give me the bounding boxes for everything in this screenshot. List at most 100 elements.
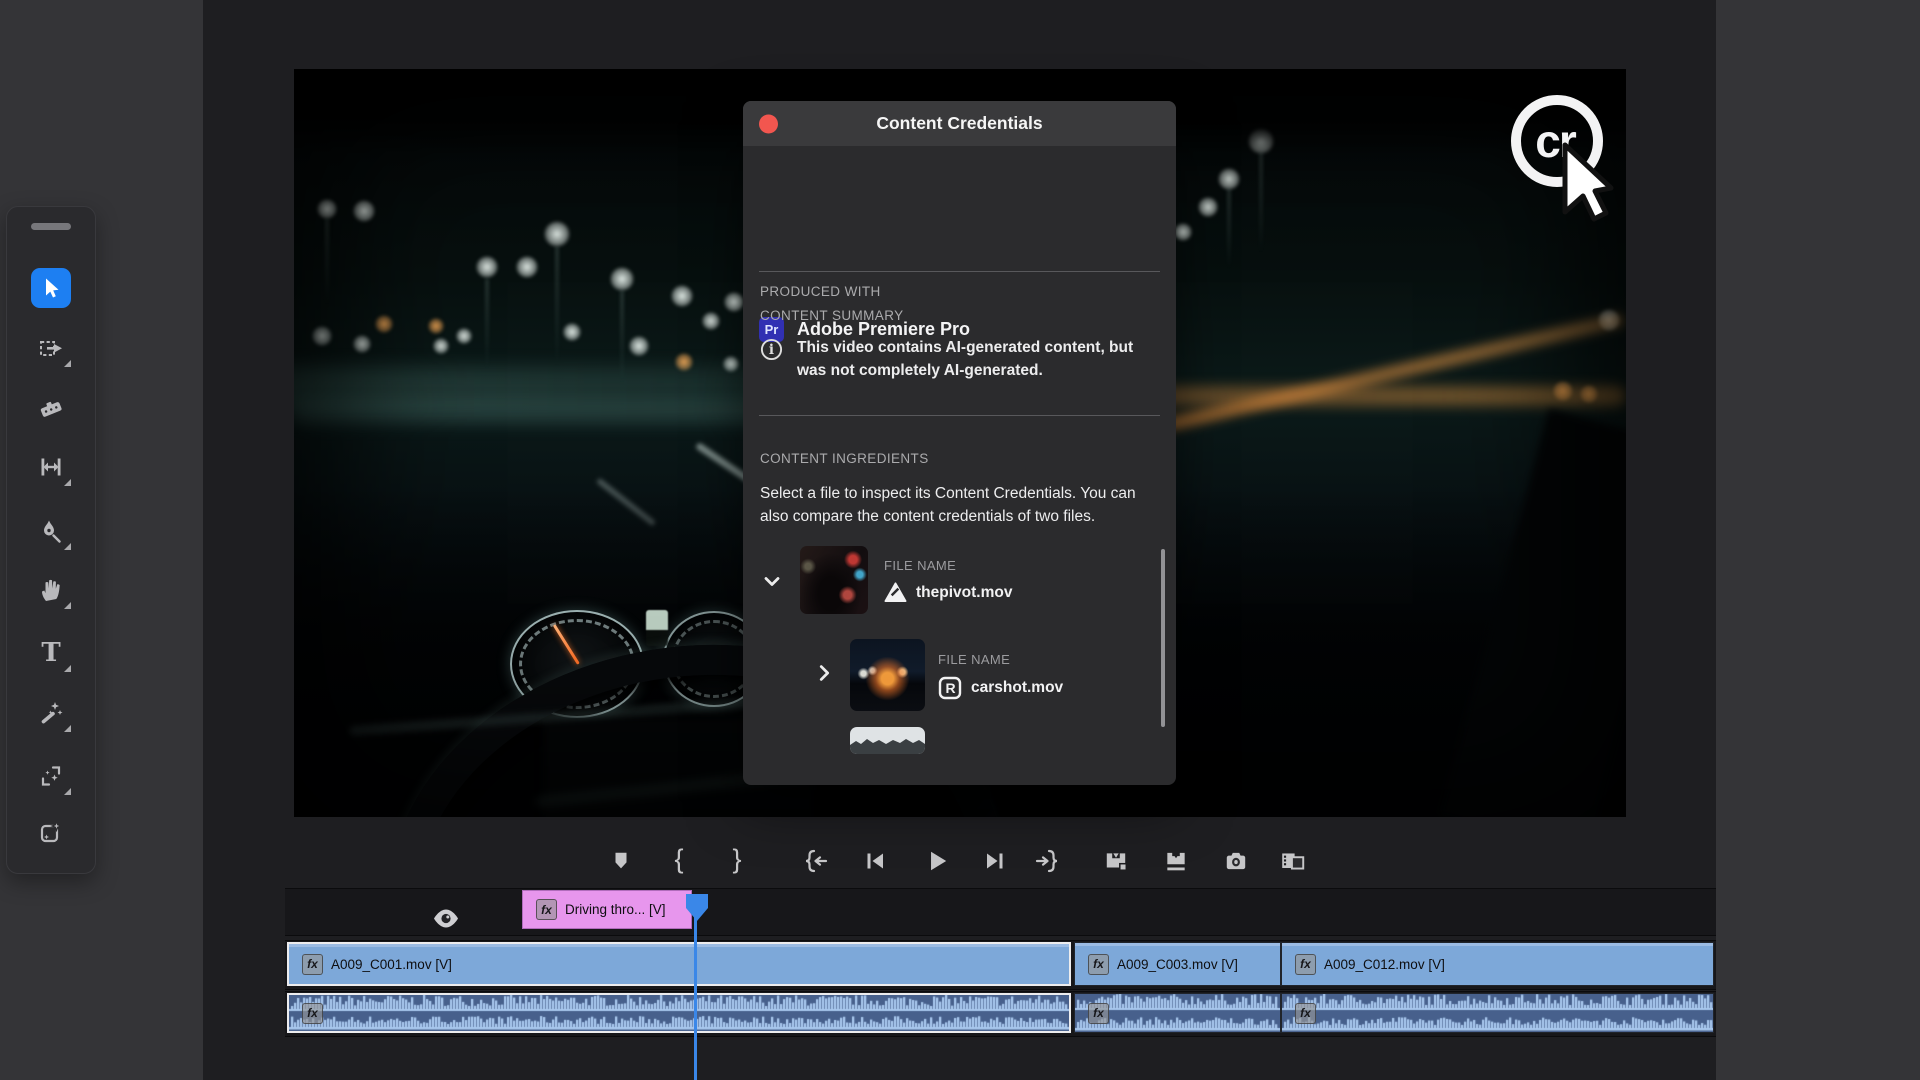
collapse-chevron[interactable]: [760, 569, 784, 598]
type-tool-button[interactable]: T: [29, 631, 73, 675]
fx-badge: fx: [1088, 954, 1109, 975]
clip-label: Driving thro... [V]: [565, 902, 666, 917]
go-to-in-icon: [802, 848, 828, 874]
ai-select-tool-button[interactable]: [29, 754, 73, 798]
mountain-skyline: [850, 727, 925, 754]
go-to-in-button[interactable]: [800, 846, 830, 876]
lift-icon: [1103, 848, 1129, 874]
selection-cursor-icon: [39, 276, 63, 300]
info-icon: i: [760, 338, 783, 366]
add-marker-button[interactable]: [606, 846, 636, 876]
video-clip-a009-c001[interactable]: fx A009_C001.mov [V]: [287, 942, 1071, 986]
tool-flyout-indicator: [64, 665, 71, 672]
razor-icon: [38, 396, 64, 422]
step-forward-button[interactable]: [980, 846, 1010, 876]
tool-flyout-indicator: [64, 479, 71, 486]
tools-panel: T: [6, 206, 96, 874]
summary-text: This video contains AI-generated content…: [797, 336, 1149, 382]
fx-badge: fx: [1295, 954, 1316, 975]
ingredient-thumbnail-partial[interactable]: [850, 727, 925, 754]
pen-tool-button[interactable]: [29, 509, 73, 553]
cursor-arrow-icon: [1565, 145, 1611, 219]
content-summary-label: CONTENT SUMMARY: [760, 308, 904, 323]
audio-waveform: [1282, 994, 1713, 1032]
track-select-forward-icon: [38, 335, 64, 361]
file-name-label: FILE NAME: [884, 558, 956, 573]
extract-button[interactable]: [1161, 846, 1191, 876]
close-button[interactable]: [759, 114, 778, 133]
magic-wand-icon: [38, 700, 64, 726]
play-icon: [924, 848, 950, 874]
comparison-view-icon: [1279, 848, 1307, 874]
video-clip-a009-c003[interactable]: fx A009_C003.mov [V]: [1074, 942, 1281, 986]
playhead-handle[interactable]: [685, 893, 709, 927]
ripple-edit-icon: [38, 454, 64, 480]
content-ingredients-label: CONTENT INGREDIENTS: [760, 451, 929, 466]
audio-waveform: [289, 995, 1069, 1031]
expand-chevron[interactable]: [813, 662, 835, 689]
type-tool-icon: T: [41, 640, 60, 666]
remix-tool-button[interactable]: [29, 691, 73, 735]
hand-icon: [38, 577, 64, 603]
pen-icon: [39, 519, 63, 543]
step-back-button[interactable]: [860, 846, 890, 876]
clip-label: A009_C003.mov [V]: [1117, 957, 1238, 972]
generative-extend-tool-button[interactable]: [29, 811, 73, 855]
clip-label: A009_C012.mov [V]: [1324, 957, 1445, 972]
panel-title: Content Credentials: [876, 113, 1042, 134]
file-name: carshot.mov: [971, 679, 1063, 697]
ingredient-thumbnail-thepivot[interactable]: [800, 546, 868, 614]
tool-flyout-indicator: [64, 725, 71, 732]
track-v2-lane[interactable]: [285, 888, 1716, 936]
tool-flyout-indicator: [64, 602, 71, 609]
chevron-down-icon: [760, 569, 784, 593]
mark-out-icon: }: [732, 846, 741, 873]
mark-out-button[interactable]: }: [722, 846, 752, 876]
ingredient-file-row[interactable]: thepivot.mov: [884, 582, 1012, 603]
fx-badge: fx: [536, 899, 557, 920]
divider: [759, 415, 1160, 416]
tool-flyout-indicator: [64, 360, 71, 367]
clip-label: A009_C001.mov [V]: [331, 957, 452, 972]
triangle-a-app-icon: [884, 582, 907, 603]
step-forward-icon: [983, 849, 1007, 873]
go-to-out-button[interactable]: [1033, 846, 1063, 876]
step-back-icon: [863, 849, 887, 873]
ingredient-thumbnail-carshot[interactable]: [850, 639, 925, 711]
fx-badge: fx: [1295, 1003, 1316, 1024]
produced-with-label: PRODUCED WITH: [760, 284, 881, 299]
comparison-view-button[interactable]: [1278, 846, 1308, 876]
extract-icon: [1163, 848, 1189, 874]
export-frame-button[interactable]: [1221, 846, 1251, 876]
razor-tool-button[interactable]: [29, 387, 73, 431]
fx-badge: fx: [1088, 1003, 1109, 1024]
tool-flyout-indicator: [64, 543, 71, 550]
play-button[interactable]: [922, 846, 952, 876]
generative-extend-icon: [38, 820, 64, 846]
go-to-out-icon: [1035, 848, 1061, 874]
eye-icon: [433, 909, 459, 928]
lift-button[interactable]: [1101, 846, 1131, 876]
hand-tool-button[interactable]: [29, 568, 73, 612]
tool-flyout-indicator: [64, 788, 71, 795]
svg-text:R: R: [945, 680, 955, 696]
divider: [759, 271, 1160, 272]
track-select-forward-tool-button[interactable]: [29, 326, 73, 370]
camera-icon: [1223, 848, 1249, 874]
ingredient-file-row[interactable]: R carshot.mov: [938, 676, 1063, 700]
svg-text:i: i: [769, 342, 774, 358]
content-credentials-badge[interactable]: cr: [1499, 85, 1629, 225]
file-name: thepivot.mov: [916, 584, 1012, 602]
audio-clip-2[interactable]: fx: [1074, 993, 1281, 1033]
graphic-clip-driving-thro[interactable]: fx Driving thro... [V]: [522, 890, 692, 929]
audio-clip-3[interactable]: fx: [1281, 993, 1714, 1033]
track-v2-visibility-toggle[interactable]: [433, 909, 459, 933]
panel-scrollbar[interactable]: [1161, 549, 1165, 727]
mark-in-button[interactable]: {: [664, 846, 694, 876]
selection-tool-button[interactable]: [31, 268, 71, 308]
panel-drag-handle[interactable]: [31, 223, 71, 230]
r-square-app-icon: R: [938, 676, 962, 700]
ripple-edit-tool-button[interactable]: [29, 445, 73, 489]
audio-clip-1[interactable]: fx: [287, 993, 1071, 1033]
video-clip-a009-c012[interactable]: fx A009_C012.mov [V]: [1281, 942, 1714, 986]
